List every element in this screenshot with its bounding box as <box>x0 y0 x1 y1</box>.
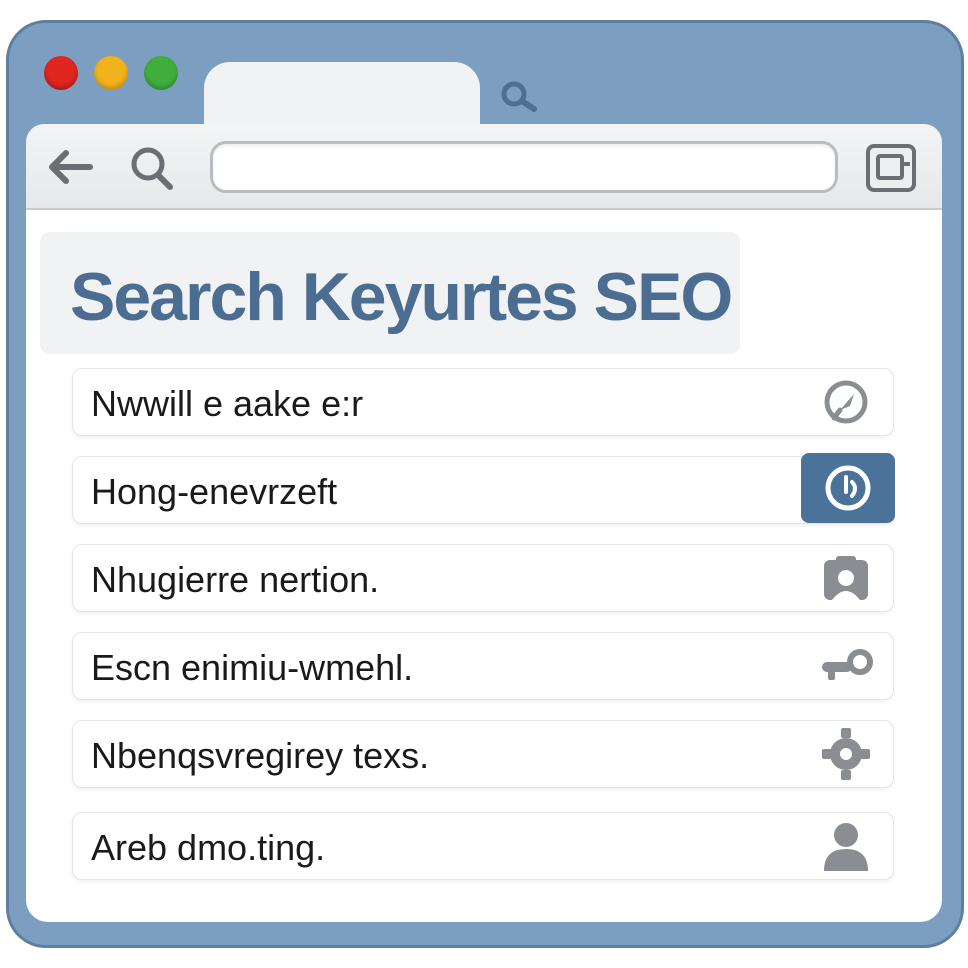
window-icon[interactable] <box>864 142 918 194</box>
back-arrow-icon[interactable] <box>44 142 100 192</box>
gear-icon[interactable] <box>799 721 893 787</box>
person-icon[interactable] <box>799 813 893 879</box>
list-item[interactable]: Nwwill e aake e:r <box>72 368 894 436</box>
minimize-window-button[interactable] <box>94 56 128 90</box>
page-title: Search Keyurtes SEO <box>70 259 733 335</box>
list-item-label: Nbenqsvregirey texs. <box>91 735 430 776</box>
compass-icon[interactable] <box>799 369 893 435</box>
list-item[interactable]: Nbenqsvregirey texs. <box>72 720 894 788</box>
list-item[interactable]: Areb dmo.ting. <box>72 812 894 880</box>
maximize-window-button[interactable] <box>144 56 178 90</box>
list-item-label: Nhugierre nertion. <box>91 559 380 600</box>
search-icon[interactable] <box>496 76 546 116</box>
list-item-label: Nwwill e aake e:r <box>91 383 364 424</box>
list-item[interactable]: Nhugierre nertion. <box>72 544 894 612</box>
list-item-label: Areb dmo.ting. <box>91 827 326 868</box>
key-icon[interactable] <box>799 633 893 699</box>
clock-icon[interactable] <box>801 453 895 523</box>
list-item-label: Hong-enevrzeft <box>91 471 338 512</box>
search-icon[interactable] <box>124 140 180 194</box>
address-bar-input[interactable] <box>210 141 838 193</box>
list-item[interactable]: Hong-enevrzeft <box>72 453 895 524</box>
list-item-label: Escn enimiu-wmehl. <box>91 647 414 688</box>
list-item[interactable]: Escn enimiu-wmehl. <box>72 632 894 700</box>
user-frame-icon[interactable] <box>799 545 893 611</box>
close-window-button[interactable] <box>44 56 78 90</box>
